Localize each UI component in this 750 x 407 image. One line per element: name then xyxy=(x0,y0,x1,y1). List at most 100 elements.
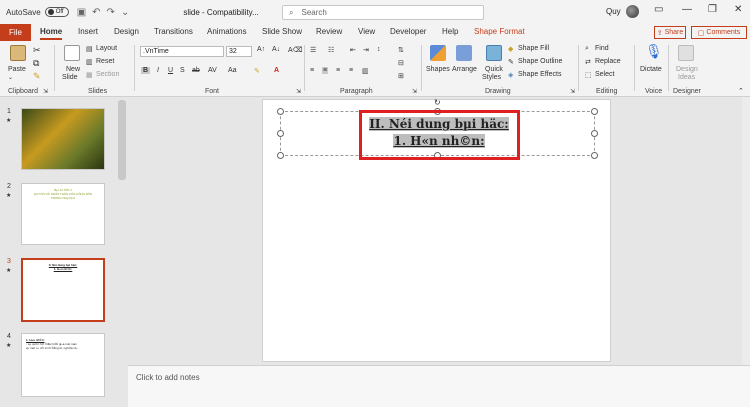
font-name-select[interactable]: .VnTime xyxy=(140,46,224,57)
align-right-icon[interactable]: ≡ xyxy=(336,67,340,74)
design-ideas-icon[interactable] xyxy=(678,45,694,61)
reset-button[interactable]: Reset xyxy=(96,58,114,65)
slide-thumbnail-3[interactable]: II. Néi dung bµi häc: 1. H«n nh©n: xyxy=(21,258,105,322)
highlight-icon[interactable]: ✎ xyxy=(254,67,260,75)
design-ideas-label-1[interactable]: Design xyxy=(676,66,698,73)
layout-button[interactable]: Layout xyxy=(96,45,117,52)
smartart-icon[interactable]: ⊞ xyxy=(398,72,404,80)
save-icon[interactable]: ▣ xyxy=(77,7,86,18)
shapes-button[interactable]: Shapes xyxy=(426,66,450,73)
section-button[interactable]: Section xyxy=(96,71,119,78)
font-size-select[interactable]: 32 xyxy=(226,46,252,57)
section-icon[interactable]: ▦ xyxy=(86,71,93,79)
align-left-icon[interactable]: ≡ xyxy=(310,67,314,74)
paste-dropdown-icon[interactable]: ⌄ xyxy=(8,74,13,81)
quick-styles-label-1[interactable]: Quick xyxy=(485,66,503,73)
decrease-indent-icon[interactable]: ⇤ xyxy=(350,46,356,54)
replace-icon[interactable]: ⇄ xyxy=(585,58,591,66)
drawing-launcher-icon[interactable]: ⇲ xyxy=(570,88,575,95)
bold-icon[interactable]: B xyxy=(141,67,151,74)
dictate-button[interactable]: Dictate xyxy=(640,66,662,73)
paragraph-launcher-icon[interactable]: ⇲ xyxy=(412,88,417,95)
align-center-icon[interactable]: ≡ xyxy=(322,67,329,74)
comments-button[interactable]: ▢ Comments xyxy=(691,26,747,39)
collapse-ribbon-icon[interactable]: ⌃ xyxy=(738,87,744,95)
tab-animations[interactable]: Animations xyxy=(207,27,247,36)
copy-icon[interactable]: ⧉ xyxy=(33,58,39,69)
paste-label[interactable]: Paste xyxy=(8,66,26,73)
strikethrough-icon[interactable]: ab xyxy=(192,67,200,74)
microphone-icon[interactable]: 🎙 xyxy=(645,43,663,60)
grow-font-icon[interactable]: A↑ xyxy=(257,46,265,53)
new-slide-icon[interactable] xyxy=(64,45,80,61)
tab-developer[interactable]: Developer xyxy=(390,27,426,36)
shape-outline-button[interactable]: Shape Outline xyxy=(518,58,562,65)
resize-handle[interactable] xyxy=(277,130,284,137)
shape-outline-icon[interactable]: ✎ xyxy=(508,58,514,66)
line-spacing-icon[interactable]: ↕ xyxy=(377,46,381,53)
undo-icon[interactable]: ↶ xyxy=(92,7,100,18)
restore-icon[interactable]: ❐ xyxy=(708,4,717,15)
arrange-icon[interactable] xyxy=(456,45,472,61)
numbering-icon[interactable]: ☷ xyxy=(328,46,334,54)
quick-styles-label-2[interactable]: Styles xyxy=(482,74,501,81)
text-direction-icon[interactable]: ⇅ xyxy=(398,46,404,54)
font-color-icon[interactable]: A xyxy=(274,67,279,74)
shape-effects-button[interactable]: Shape Effects xyxy=(518,71,561,78)
redo-icon[interactable]: ↷ xyxy=(107,7,115,18)
tab-view[interactable]: View xyxy=(358,27,375,36)
paste-icon[interactable] xyxy=(10,45,26,61)
shrink-font-icon[interactable]: A↓ xyxy=(272,46,280,53)
close-icon[interactable]: ✕ xyxy=(734,4,742,15)
tab-insert[interactable]: Insert xyxy=(78,27,98,36)
shadow-icon[interactable]: S xyxy=(180,67,185,74)
tab-help[interactable]: Help xyxy=(442,27,458,36)
layout-icon[interactable]: ▤ xyxy=(86,45,93,53)
clear-formatting-icon[interactable]: A⌫ xyxy=(288,46,303,54)
tab-shape-format[interactable]: Shape Format xyxy=(474,27,525,36)
resize-handle[interactable] xyxy=(591,108,598,115)
notes-pane[interactable]: Click to add notes xyxy=(128,365,750,407)
change-case-icon[interactable]: Aa xyxy=(228,67,237,74)
shape-fill-icon[interactable]: ◆ xyxy=(508,45,513,53)
share-button[interactable]: ⇪ Share xyxy=(654,26,686,39)
slide-thumbnail-1[interactable] xyxy=(21,108,105,170)
char-spacing-icon[interactable]: AV xyxy=(208,67,217,74)
increase-indent-icon[interactable]: ⇥ xyxy=(363,46,369,54)
resize-handle[interactable] xyxy=(591,152,598,159)
avatar[interactable] xyxy=(626,5,639,18)
find-icon[interactable]: ⌕ xyxy=(585,45,589,53)
customize-icon[interactable]: ⌄ xyxy=(121,7,129,18)
resize-handle[interactable] xyxy=(277,152,284,159)
justify-icon[interactable]: ≡ xyxy=(349,67,353,74)
italic-icon[interactable]: I xyxy=(157,67,159,74)
canvas-scrollbar[interactable] xyxy=(742,97,750,365)
columns-icon[interactable]: ▥ xyxy=(362,67,369,75)
ribbon-display-icon[interactable]: ▭ xyxy=(654,4,663,15)
slide-thumbnail-2[interactable]: Bµi 12 TiÕt 3 QUYÒN VÒ NHÂN THÂN CÑA CÔN… xyxy=(21,183,105,245)
resize-handle[interactable] xyxy=(591,130,598,137)
select-icon[interactable]: ⬚ xyxy=(585,71,592,79)
bullets-icon[interactable]: ☰ xyxy=(310,46,316,54)
shape-effects-icon[interactable]: ◈ xyxy=(508,71,513,79)
shapes-icon[interactable] xyxy=(430,45,446,61)
new-slide-label-1[interactable]: New xyxy=(66,66,80,73)
clipboard-launcher-icon[interactable]: ⇲ xyxy=(43,88,48,95)
arrange-button[interactable]: Arrange xyxy=(452,66,477,73)
reset-icon[interactable]: ▥ xyxy=(86,58,93,66)
search-input[interactable]: ⌕ Search xyxy=(282,5,484,20)
user-name[interactable]: Quy xyxy=(606,7,621,16)
thumbnails-scrollbar[interactable] xyxy=(118,100,126,180)
tab-design[interactable]: Design xyxy=(114,27,139,36)
underline-icon[interactable]: U xyxy=(168,67,173,74)
resize-handle[interactable] xyxy=(277,108,284,115)
tab-review[interactable]: Review xyxy=(316,27,342,36)
slide-title-text[interactable]: II. Néi dung bµi häc: 1. H«n nh©n: xyxy=(364,116,514,150)
slide-thumbnail-4[interactable]: 1. H«n nh©n: - Lµ qu©n hÖ ®Æc biÖt gi÷a … xyxy=(21,333,105,397)
find-button[interactable]: Find xyxy=(595,45,609,52)
minimize-icon[interactable]: — xyxy=(682,4,692,15)
replace-button[interactable]: Replace xyxy=(595,58,621,65)
align-text-icon[interactable]: ⊟ xyxy=(398,59,404,67)
shape-fill-button[interactable]: Shape Fill xyxy=(518,45,549,52)
tab-file[interactable]: File xyxy=(0,24,31,41)
